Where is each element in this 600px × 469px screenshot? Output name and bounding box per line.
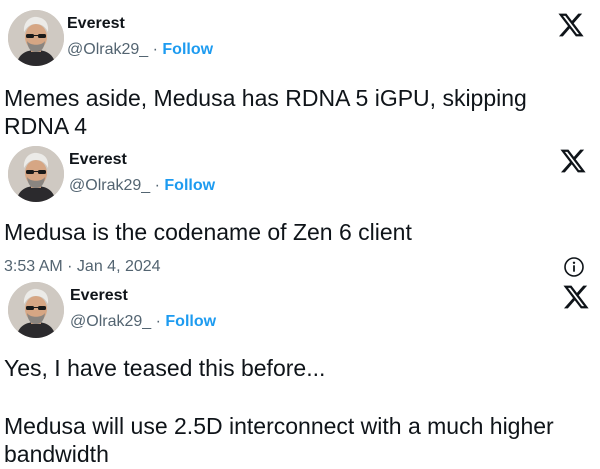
- avatar[interactable]: [8, 146, 64, 202]
- follow-button[interactable]: Follow: [164, 177, 215, 194]
- separator: ·: [154, 177, 160, 194]
- separator: ·: [155, 313, 161, 330]
- tweet-text-line-1: Yes, I have teased this before...: [4, 355, 326, 381]
- tweet-text: Memes aside, Medusa has RDNA 5 iGPU, ski…: [4, 85, 527, 139]
- x-logo-icon[interactable]: [557, 11, 585, 39]
- x-logo-icon[interactable]: [559, 147, 587, 175]
- avatar[interactable]: [8, 282, 64, 338]
- timestamp[interactable]: 3:53 AM · Jan 4, 2024: [4, 258, 161, 276]
- follow-button[interactable]: Follow: [162, 41, 213, 58]
- follow-button[interactable]: Follow: [165, 313, 216, 330]
- author-name[interactable]: Everest: [70, 287, 128, 305]
- author-handle[interactable]: @Olrak29_: [67, 41, 148, 58]
- info-icon[interactable]: [563, 256, 585, 278]
- x-logo-icon[interactable]: [562, 283, 590, 311]
- avatar[interactable]: [8, 10, 64, 66]
- author-name[interactable]: Everest: [67, 15, 125, 33]
- tweet-text: Medusa is the codename of Zen 6 client: [4, 219, 412, 245]
- author-name[interactable]: Everest: [69, 151, 127, 169]
- tweet-text-line-2: Medusa will use 2.5D interconnect with a…: [4, 413, 554, 467]
- author-handle[interactable]: @Olrak29_: [70, 313, 151, 330]
- author-handle[interactable]: @Olrak29_: [69, 177, 150, 194]
- separator: ·: [152, 41, 158, 58]
